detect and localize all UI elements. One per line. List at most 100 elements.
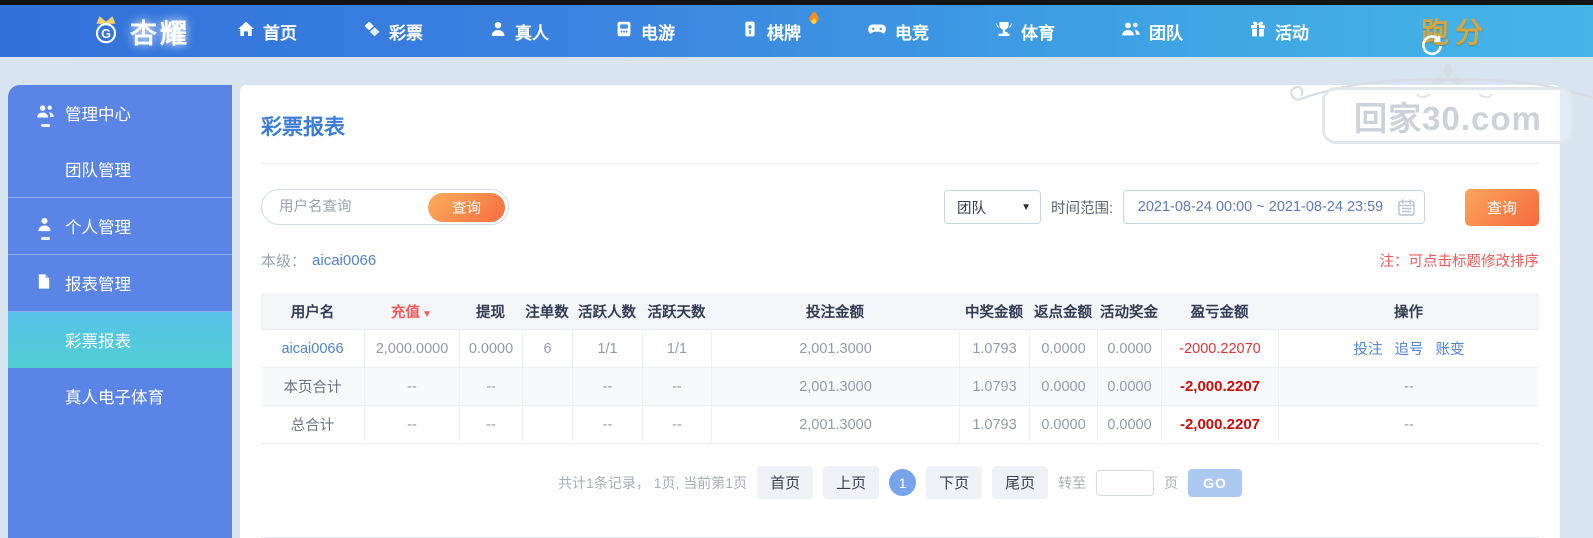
col-header-deposit[interactable]: 充值 ▼ xyxy=(364,301,459,322)
users-icon xyxy=(36,103,55,125)
col-header-active-users[interactable]: 活跃人数 xyxy=(572,301,642,322)
nav-item-sports[interactable]: 体育 xyxy=(962,5,1088,57)
nav-item-home[interactable]: 首页 xyxy=(204,5,330,57)
date-range-field xyxy=(1123,190,1425,224)
col-header-active-days[interactable]: 活跃天数 xyxy=(642,301,711,322)
goto-label: 转至 xyxy=(1058,474,1087,491)
col-header-win-amount[interactable]: 中奖金额 xyxy=(959,301,1029,322)
mahjong-tile-icon xyxy=(741,20,759,43)
table-row-user: aicai0066 2,000.0000 0.0000 6 1/1 1/1 2,… xyxy=(261,330,1539,368)
main-wrap: 管理中心 团队管理 个人管理 报表管理 彩票报表 真人电子体育 彩票报表 用户名… xyxy=(0,57,1593,538)
crown-emblem-icon: G xyxy=(88,11,124,52)
profit-loss-total-cell: -2,000.2207 xyxy=(1161,368,1278,405)
sidebar: 管理中心 团队管理 个人管理 报表管理 彩票报表 真人电子体育 xyxy=(8,85,232,538)
sidebar-item-lottery-report[interactable]: 彩票报表 xyxy=(8,312,232,368)
query-button[interactable]: 查询 xyxy=(1465,188,1539,226)
username-search-button[interactable]: 查询 xyxy=(428,192,505,222)
nav-item-activities[interactable]: 活动 xyxy=(1216,5,1342,57)
username-search-pill: 查询 xyxy=(261,189,509,225)
nav-item-egames[interactable]: 电游 xyxy=(582,5,708,57)
action-account-change-link[interactable]: 账变 xyxy=(1436,338,1465,359)
nav-item-live[interactable]: 真人 xyxy=(456,5,582,57)
go-button[interactable]: GO xyxy=(1188,468,1242,497)
nav-item-esports[interactable]: 电竞 xyxy=(834,5,962,57)
content-card: 彩票报表 查询 团队 ▼ 时间范围: 查询 xyxy=(240,85,1560,538)
row-actions-cell: 投注 追号 账变 xyxy=(1278,330,1539,367)
row-label: 总合计 xyxy=(290,418,335,434)
chevron-down-icon: ▼ xyxy=(1021,201,1031,213)
action-bets-link[interactable]: 投注 xyxy=(1354,338,1383,359)
col-header-profit-loss[interactable]: 盈亏金额 xyxy=(1161,301,1278,322)
brand-logo[interactable]: G 杏耀 xyxy=(88,11,190,52)
date-range-input[interactable] xyxy=(1124,199,1397,215)
next-page-button[interactable]: 下页 xyxy=(926,466,983,499)
pagination-summary: 共计1条记录， 1页, 当前第1页 xyxy=(558,474,748,491)
nav-menu: 首页 彩票 真人 电游 棋牌 电竞 体育 团队 活动 xyxy=(204,5,1342,57)
user-icon xyxy=(36,216,53,238)
right-filters: 团队 ▼ 时间范围: 查询 xyxy=(943,188,1539,226)
win-amount-cell: 1.0793 xyxy=(959,330,1029,367)
title-divider xyxy=(261,163,1539,164)
gamepad-icon xyxy=(867,20,887,43)
document-icon xyxy=(36,273,52,295)
calendar-icon[interactable] xyxy=(1397,198,1416,217)
nav-item-team[interactable]: 团队 xyxy=(1088,5,1216,57)
rebate-cell: 0.0000 xyxy=(1029,330,1097,367)
action-chase-link[interactable]: 追号 xyxy=(1395,338,1424,359)
sidebar-item-report-management[interactable]: 报表管理 xyxy=(8,255,232,311)
home-icon xyxy=(237,20,255,43)
col-header-bet-amount[interactable]: 投注金额 xyxy=(711,301,959,322)
bonus-cell: 0.0000 xyxy=(1097,330,1161,367)
page-unit-label: 页 xyxy=(1164,474,1179,491)
scope-select[interactable]: 团队 ▼ xyxy=(943,190,1041,224)
last-page-button[interactable]: 尾页 xyxy=(992,466,1049,499)
goto-page-input[interactable] xyxy=(1096,469,1155,496)
slot-machine-icon xyxy=(615,20,633,43)
report-table: 用户名 充值 ▼ 提现 注单数 活跃人数 活跃天数 投注金额 中奖金额 返点金额 … xyxy=(261,293,1539,444)
sidebar-item-team-management[interactable]: 团队管理 xyxy=(8,141,232,197)
table-row-grand-total: 总合计 -- -- -- -- 2,001.3000 1.0793 0.0000… xyxy=(261,406,1539,444)
username-search-input[interactable] xyxy=(262,199,428,215)
sort-desc-icon: ▼ xyxy=(422,308,432,320)
icon-underline xyxy=(41,237,50,240)
level-username-link[interactable]: aicai0066 xyxy=(312,252,376,269)
deposit-cell: 2,000.0000 xyxy=(364,330,459,367)
trophy-icon xyxy=(995,20,1013,43)
current-page-button[interactable]: 1 xyxy=(889,469,917,496)
nav-item-lottery[interactable]: 彩票 xyxy=(330,5,456,57)
level-row: 本级： aicai0066 注：可点击标题修改排序 xyxy=(261,250,1539,271)
page-title: 彩票报表 xyxy=(261,116,345,139)
time-range-label: 时间范围: xyxy=(1050,200,1113,217)
col-header-rebate-amount[interactable]: 返点金额 xyxy=(1029,301,1097,322)
sidebar-item-live-electronic-sports[interactable]: 真人电子体育 xyxy=(8,368,232,424)
bet-count-cell: 6 xyxy=(522,330,572,367)
first-page-button[interactable]: 首页 xyxy=(757,466,814,499)
paofen-logo[interactable]: 跑分 xyxy=(1421,11,1489,56)
icon-underline xyxy=(41,124,50,127)
profit-loss-cell: -2000.22070 xyxy=(1161,330,1278,367)
profit-loss-total-cell: -2,000.2207 xyxy=(1161,406,1278,443)
username-cell-link[interactable]: aicai0066 xyxy=(261,330,364,367)
screen: G 杏耀 首页 彩票 真人 电游 棋牌 电竞 体育 团队 活动 跑分 管理中心 … xyxy=(0,0,1593,538)
col-header-username[interactable]: 用户名 xyxy=(261,301,364,322)
scope-select-value: 团队 xyxy=(956,200,986,217)
col-header-withdraw[interactable]: 提现 xyxy=(459,301,522,322)
nav-item-boardgames[interactable]: 棋牌 xyxy=(708,5,834,57)
withdraw-cell: 0.0000 xyxy=(459,330,522,367)
col-header-bet-count[interactable]: 注单数 xyxy=(522,301,572,322)
brand-name: 杏耀 xyxy=(130,18,190,49)
sort-note: 注：可点击标题修改排序 xyxy=(1379,254,1540,270)
col-header-actions: 操作 xyxy=(1394,304,1423,321)
prev-page-button[interactable]: 上页 xyxy=(823,466,880,499)
svg-text:G: G xyxy=(101,27,111,41)
active-days-cell: 1/1 xyxy=(642,330,711,367)
row-label: 本页合计 xyxy=(283,380,342,396)
sidebar-item-management-center[interactable]: 管理中心 xyxy=(8,85,232,141)
table-row-page-total: 本页合计 -- -- -- -- 2,001.3000 1.0793 0.000… xyxy=(261,368,1539,406)
gift-icon xyxy=(1249,20,1267,43)
level-label: 本级： xyxy=(261,253,307,270)
col-header-activity-bonus[interactable]: 活动奖金 xyxy=(1097,301,1161,322)
team-icon xyxy=(1121,20,1141,43)
sidebar-item-personal-management[interactable]: 个人管理 xyxy=(8,198,232,254)
active-users-cell: 1/1 xyxy=(572,330,642,367)
